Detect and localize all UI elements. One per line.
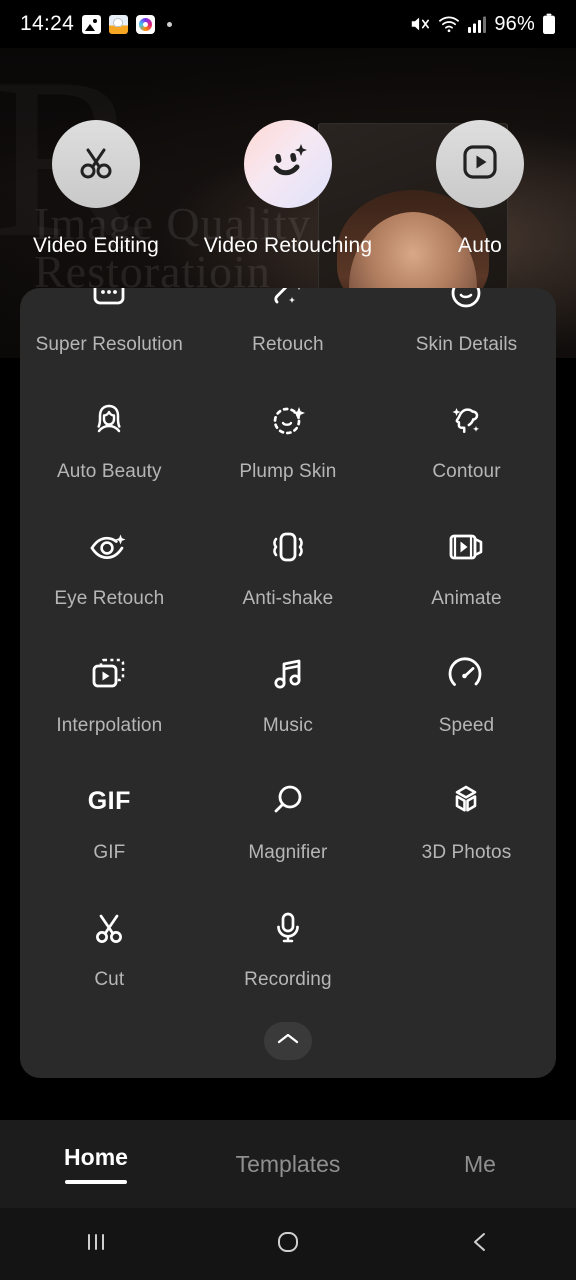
tool-3d-photos[interactable]: 3D Photos <box>377 756 556 883</box>
tool-recording[interactable]: Recording <box>199 883 378 1010</box>
quick-action-video-retouching-circle[interactable] <box>244 120 332 208</box>
tool-magnifier[interactable]: Magnifier <box>199 756 378 883</box>
quick-action-video-retouching[interactable]: Video Retouching <box>198 120 378 258</box>
tool-label: Retouch <box>252 334 324 355</box>
quick-action-label: Video Retouching <box>203 234 373 257</box>
mute-icon <box>409 14 431 34</box>
tools-panel: Super Resolution Retouch Skin Details Au… <box>20 288 556 1078</box>
tool-anti-shake[interactable]: Anti-shake <box>199 502 378 629</box>
quick-action-label: Video Editing <box>33 234 159 257</box>
tool-label: Skin Details <box>415 334 518 355</box>
wifi-icon <box>438 14 460 34</box>
chevron-up-icon <box>276 1031 300 1052</box>
gif-text-icon: GIF <box>87 786 131 815</box>
smile-face-icon <box>443 288 489 316</box>
home-circle-icon <box>273 1227 303 1262</box>
tool-label: Cut <box>94 969 125 990</box>
eye-sparkle-icon <box>86 524 132 570</box>
tool-label: Eye Retouch <box>54 588 165 609</box>
collapse-panel-button[interactable] <box>264 1022 312 1060</box>
tab-label: Me <box>464 1150 496 1177</box>
battery-icon <box>542 13 556 35</box>
tool-label: Anti-shake <box>242 588 334 609</box>
battery-percent: 96% <box>494 12 535 35</box>
recents-icon <box>83 1229 109 1260</box>
frames-play-dashed-icon <box>86 651 132 697</box>
tool-label: Recording <box>244 969 332 990</box>
dot-indicator-icon <box>167 21 173 27</box>
tool-eye-retouch[interactable]: Eye Retouch <box>20 502 199 629</box>
tool-auto-beauty[interactable]: Auto Beauty <box>20 375 199 502</box>
android-nav-bar <box>0 1208 576 1280</box>
sticker-icon <box>109 14 129 34</box>
tab-active-underline <box>65 1180 127 1184</box>
tab-home[interactable]: Home <box>0 1144 192 1184</box>
quick-action-video-editing[interactable]: Video Editing <box>6 120 186 258</box>
quick-action-video-editing-circle[interactable] <box>52 120 140 208</box>
tool-label: GIF <box>93 842 126 863</box>
play-square-icon <box>459 141 501 188</box>
nav-recents-button[interactable] <box>0 1229 192 1260</box>
phone-screen: 14:24 96% Image Quality Restoratioin Vid… <box>0 0 576 1280</box>
tool-label: Music <box>262 715 313 736</box>
status-bar-left: 14:24 <box>20 12 173 36</box>
back-chevron-icon <box>467 1229 493 1260</box>
collapse-panel-area <box>20 1022 556 1060</box>
tool-speed[interactable]: Speed <box>377 629 556 756</box>
scissors-icon <box>74 140 118 189</box>
tool-plump-skin[interactable]: Plump Skin <box>199 375 378 502</box>
tab-templates[interactable]: Templates <box>192 1151 384 1178</box>
tool-label: Interpolation <box>56 715 163 736</box>
cube-3d-icon <box>443 778 489 824</box>
speedometer-icon <box>443 651 489 697</box>
tool-music[interactable]: Music <box>199 629 378 756</box>
tool-animate[interactable]: Animate <box>377 502 556 629</box>
frame-dots-icon <box>86 288 132 316</box>
tool-label: Plump Skin <box>239 461 337 482</box>
quick-actions: Video Editing Video Retouching Auto <box>0 120 576 258</box>
nav-home-button[interactable] <box>192 1227 384 1262</box>
tool-label: Magnifier <box>248 842 328 863</box>
tool-label: Speed <box>438 715 495 736</box>
tool-label: Contour <box>432 461 501 482</box>
nav-back-button[interactable] <box>384 1229 576 1260</box>
scissors-icon <box>86 905 132 951</box>
tool-contour[interactable]: Contour <box>377 375 556 502</box>
quick-action-auto[interactable]: Auto <box>390 120 570 258</box>
tab-label: Templates <box>235 1150 341 1177</box>
bottom-tab-bar: Home Templates Me <box>0 1120 576 1208</box>
magic-wand-icon <box>265 288 311 316</box>
camera-icon <box>136 14 156 34</box>
status-time: 14:24 <box>20 12 75 35</box>
microphone-icon <box>265 905 311 951</box>
tool-label: Animate <box>431 588 502 609</box>
quick-action-label: Auto <box>458 234 502 257</box>
gallery-icon <box>82 14 102 34</box>
quick-action-auto-circle[interactable] <box>436 120 524 208</box>
status-bar-right: 96% <box>409 13 556 36</box>
tools-grid: Super Resolution Retouch Skin Details Au… <box>20 288 556 1010</box>
film-play-icon <box>443 524 489 570</box>
dashed-face-sparkle-icon <box>265 397 311 443</box>
tool-super-resolution[interactable]: Super Resolution <box>20 288 199 375</box>
tool-gif[interactable]: GIF GIF <box>20 756 199 883</box>
face-profile-sparkle-icon <box>443 397 489 443</box>
tab-label: Home <box>64 1144 128 1170</box>
magnifier-icon <box>265 778 311 824</box>
tool-label: Auto Beauty <box>56 461 162 482</box>
woman-avatar-icon <box>86 397 132 443</box>
signal-icon <box>467 14 487 34</box>
tool-interpolation[interactable]: Interpolation <box>20 629 199 756</box>
tab-me[interactable]: Me <box>384 1151 576 1178</box>
tool-label: Super Resolution <box>35 334 183 355</box>
phone-vibrate-icon <box>265 524 311 570</box>
status-bar: 14:24 96% <box>0 0 576 48</box>
music-note-icon <box>265 651 311 697</box>
tool-label: 3D Photos <box>421 842 512 863</box>
tool-cut[interactable]: Cut <box>20 883 199 1010</box>
tool-skin-details[interactable]: Skin Details <box>377 288 556 375</box>
smiley-sparkle-icon <box>263 137 313 192</box>
tool-retouch[interactable]: Retouch <box>199 288 378 375</box>
